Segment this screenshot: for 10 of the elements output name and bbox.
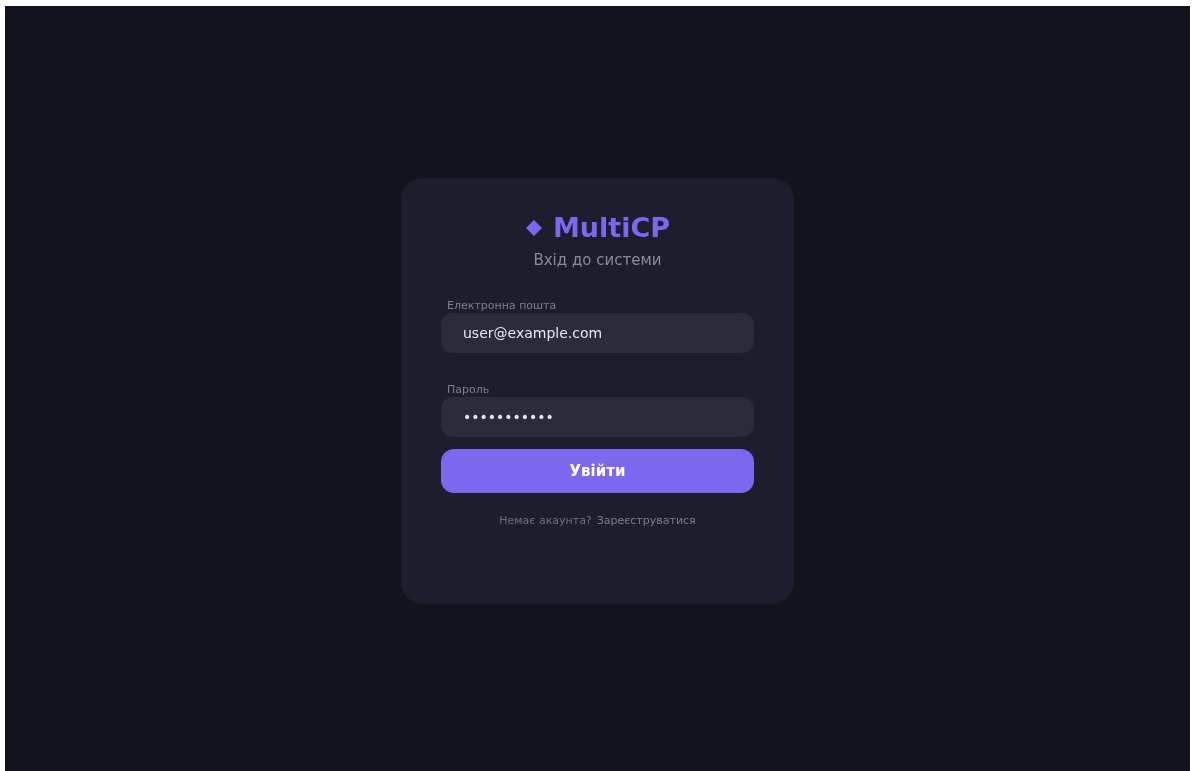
field-label: Електронна пошта	[447, 299, 557, 312]
subtitle: Вхід до системи	[532, 251, 663, 269]
input-field[interactable]: user@example.com	[441, 313, 754, 353]
logo-text: MultiCP	[552, 212, 671, 243]
diamond-icon	[524, 218, 543, 237]
input-field[interactable]: •••••••••••	[441, 397, 754, 437]
field-label: Пароль	[447, 383, 490, 396]
register-link[interactable]: Зареєструватися	[596, 514, 696, 527]
login-button[interactable]: Увійти	[441, 449, 754, 493]
footer-text: Немає акаунта?	[499, 514, 592, 527]
